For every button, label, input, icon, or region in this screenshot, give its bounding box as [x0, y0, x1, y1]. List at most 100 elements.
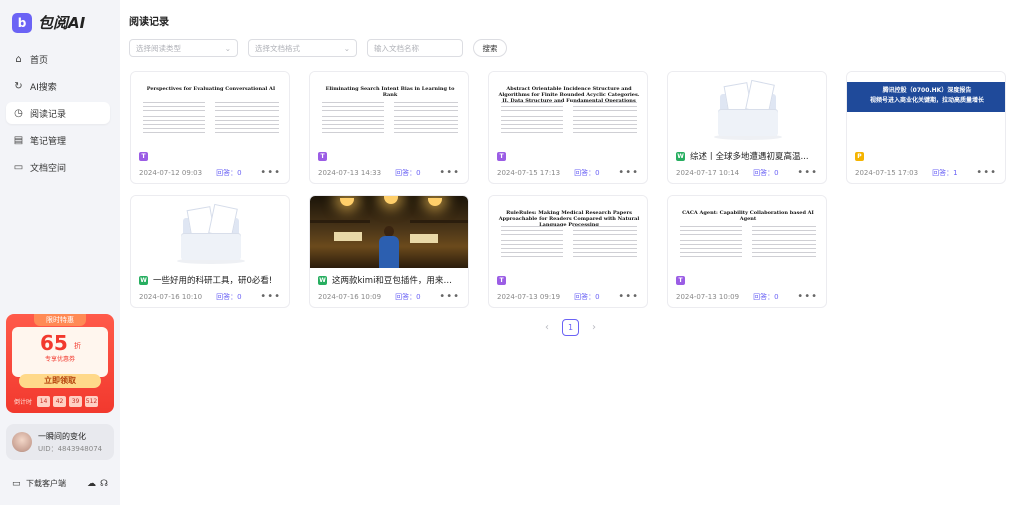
- paper-text-line: [322, 106, 384, 107]
- paper-text-line: [322, 116, 384, 117]
- headset-icon[interactable]: ☊: [100, 479, 108, 489]
- more-options-icon[interactable]: •••: [260, 168, 281, 178]
- more-options-icon[interactable]: •••: [797, 168, 818, 178]
- paper-text-line: [143, 102, 205, 103]
- brand-name: 包阅AI: [38, 14, 86, 32]
- photo-thumbnail: [310, 196, 468, 268]
- paper-text-line: [394, 124, 458, 125]
- photo-sign: [334, 232, 362, 241]
- card-title: 综述丨全球多地遭遇初夏高温...: [690, 152, 809, 162]
- record-card[interactable]: Perspectives for Evaluating Conversation…: [130, 71, 290, 184]
- card-title-row: T: [497, 274, 639, 286]
- paper-text-line: [752, 252, 816, 253]
- user-uid: UID：4843948074: [38, 444, 103, 453]
- claim-coupon-button[interactable]: 立即领取: [19, 374, 101, 388]
- doc-type-badge: T: [497, 275, 506, 285]
- paper-text-line: [573, 234, 637, 235]
- more-options-icon[interactable]: •••: [260, 292, 281, 302]
- more-options-icon[interactable]: •••: [618, 292, 639, 302]
- paper-text-line: [752, 248, 816, 249]
- paper-text-line: [573, 230, 637, 231]
- report-thumbnail: 腾讯控股（0700.HK）深度报告 视频号进入商业化关键期，拉动高质量增长: [847, 72, 1005, 144]
- card-date: 2024-07-13 10:09: [676, 293, 740, 301]
- record-card[interactable]: Eliminating Search Intent Bias in Learni…: [309, 71, 469, 184]
- shelf: [310, 220, 370, 223]
- paper-text-line: [143, 106, 205, 107]
- card-answers: 回答：0: [216, 293, 242, 301]
- sidebar-item-label: 文档空间: [30, 163, 67, 174]
- more-options-icon[interactable]: •••: [976, 168, 997, 178]
- paper-text-line: [501, 120, 563, 121]
- folder-icon: [718, 110, 778, 136]
- doc-type-badge: W: [676, 151, 685, 161]
- paper-text-line: [215, 106, 279, 107]
- shelf: [410, 220, 468, 223]
- paper-text-line: [394, 120, 458, 121]
- read-type-select[interactable]: 选择阅读类型 ⌄: [129, 39, 238, 57]
- brand-logo[interactable]: b 包阅AI: [12, 12, 85, 33]
- paper-title: Eliminating Search Intent Bias in Learni…: [325, 86, 455, 98]
- notes-icon: ▤: [13, 134, 24, 146]
- paper-text-line: [501, 252, 563, 253]
- download-client-link[interactable]: 下载客户端: [26, 478, 66, 489]
- paper-text-line: [573, 240, 637, 241]
- promo-subtitle: 专享优惠券: [44, 356, 75, 363]
- paper-text-line: [501, 226, 563, 227]
- record-card[interactable]: W 综述丨全球多地遭遇初夏高温... 2024-07-17 10:14 回答：0 •••: [667, 71, 827, 184]
- brand-logo-icon: b: [12, 12, 32, 33]
- folder-illustration: [131, 196, 289, 268]
- next-page-icon[interactable]: ›: [592, 322, 596, 333]
- sidebar-item-1[interactable]: ↻ AI搜索: [6, 75, 110, 97]
- record-card[interactable]: CACA Agent: Capability Collaboration bas…: [667, 195, 827, 308]
- sidebar-item-2[interactable]: ◷ 阅读记录: [6, 102, 110, 124]
- lamp-light: [384, 196, 398, 204]
- user-card[interactable]: 一瞬间的变化 UID：4843948074: [6, 424, 114, 460]
- paper-text-line: [573, 128, 637, 129]
- paper-text-line: [680, 248, 742, 249]
- card-title-row: P: [855, 150, 997, 162]
- folder-icon: ▭: [13, 161, 24, 173]
- paper-text-line: [501, 106, 563, 107]
- countdown-hours: 14: [37, 396, 51, 407]
- promo-banner[interactable]: 限时特惠 65 折 专享优惠券 立即领取 倒计时 14 42 39 512: [6, 314, 114, 413]
- paper-text-line: [322, 132, 384, 133]
- report-banner: 腾讯控股（0700.HK）深度报告 视频号进入商业化关键期，拉动高质量增长: [847, 82, 1005, 112]
- sidebar-item-0[interactable]: ⌂ 首页: [6, 48, 110, 70]
- sidebar-item-3[interactable]: ▤ 笔记管理: [6, 129, 110, 151]
- page-number-current[interactable]: 1: [562, 319, 579, 336]
- sidebar-item-label: 首页: [30, 55, 49, 66]
- promo-discount-unit: 折: [74, 342, 81, 350]
- more-options-icon[interactable]: •••: [439, 168, 460, 178]
- user-name: 一瞬间的变化: [38, 431, 86, 441]
- report-title: 腾讯控股（0700.HK）深度报告: [882, 87, 972, 94]
- doc-format-select[interactable]: 选择文档格式 ⌄: [248, 39, 357, 57]
- record-card[interactable]: W 一些好用的科研工具，研0必看! 2024-07-16 10:10 回答：0 •••: [130, 195, 290, 308]
- paper-text-line: [143, 132, 205, 133]
- chevron-down-icon: ⌄: [343, 43, 350, 53]
- paper-text-line: [573, 226, 637, 227]
- more-options-icon[interactable]: •••: [439, 292, 460, 302]
- sidebar-item-4[interactable]: ▭ 文档空间: [6, 156, 110, 178]
- card-title-row: W 综述丨全球多地遭遇初夏高温...: [676, 150, 818, 162]
- more-options-icon[interactable]: •••: [618, 168, 639, 178]
- card-answers: 回答：0: [395, 293, 421, 301]
- countdown-label: 倒计时: [14, 399, 33, 406]
- paper-text-line: [573, 106, 637, 107]
- card-title-row: T: [318, 150, 460, 162]
- record-card[interactable]: RuleRules: Making Medical Research Paper…: [488, 195, 648, 308]
- paper-text-line: [215, 120, 279, 121]
- paper-thumbnail: Perspectives for Evaluating Conversation…: [131, 72, 289, 144]
- cloud-link-icon[interactable]: ☁: [87, 479, 96, 489]
- doc-name-input[interactable]: 输入文档名称: [367, 39, 463, 57]
- paper-text-line: [394, 132, 458, 133]
- search-button[interactable]: 搜索: [473, 39, 507, 57]
- record-card[interactable]: W 这两款kimi和豆包插件，用来辅... 2024-07-16 10:09 回答：0…: [309, 195, 469, 308]
- card-meta: 2024-07-13 14:33 回答：0 •••: [318, 168, 460, 178]
- paper-text-line: [394, 102, 458, 103]
- record-card[interactable]: 腾讯控股（0700.HK）深度报告 视频号进入商业化关键期，拉动高质量增长 P 202…: [846, 71, 1006, 184]
- avatar[interactable]: [12, 432, 32, 452]
- more-options-icon[interactable]: •••: [797, 292, 818, 302]
- paper-text-line: [680, 256, 742, 257]
- prev-page-icon[interactable]: ‹: [545, 322, 549, 333]
- record-card[interactable]: Abstract Orientable Incidence Structure …: [488, 71, 648, 184]
